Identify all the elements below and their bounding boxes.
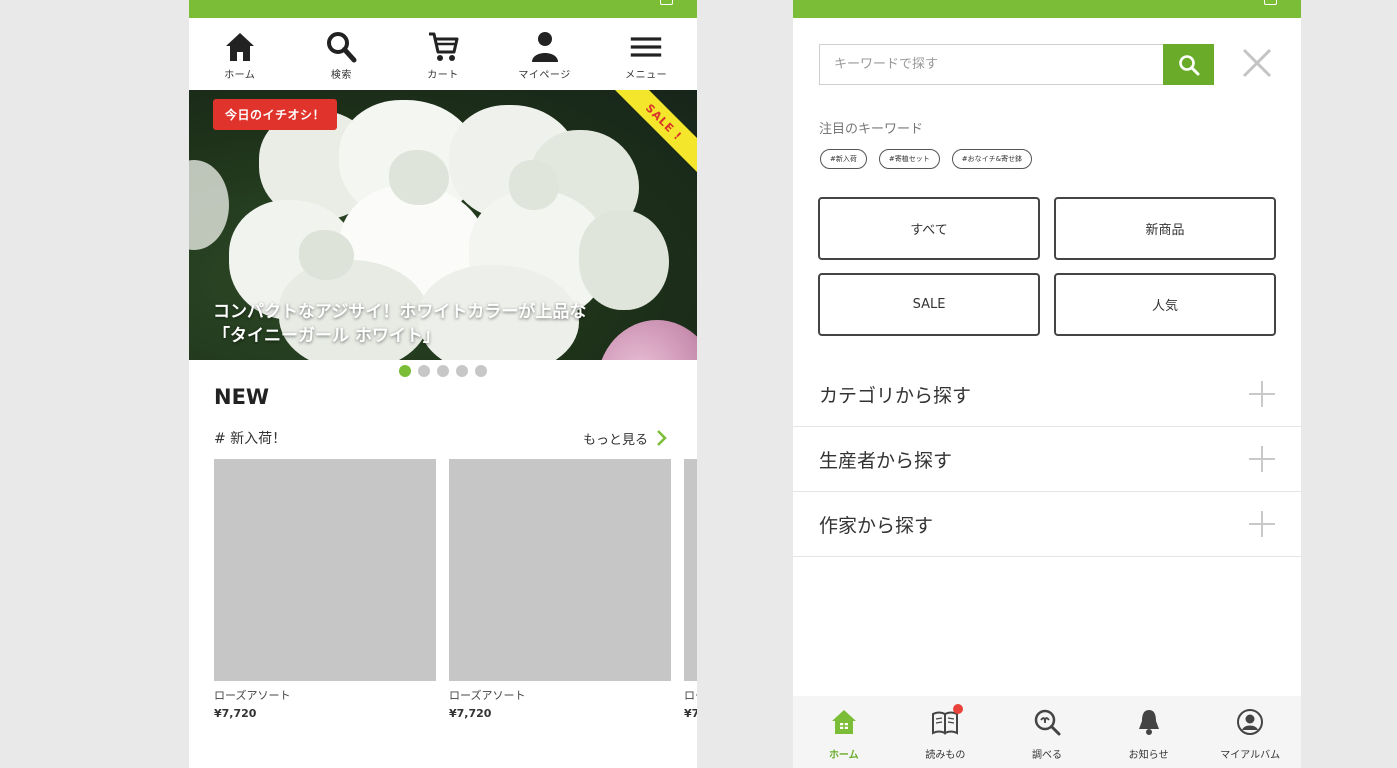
home-icon: [225, 33, 254, 61]
notification-dot: [952, 704, 963, 714]
filter-all-button[interactable]: すべて: [818, 197, 1040, 260]
menu-icon: [630, 37, 662, 57]
search-input[interactable]: [819, 44, 1163, 85]
section-title: NEW: [214, 385, 270, 409]
hero-photo-bokeh: [597, 320, 697, 360]
hero-caption-line: 「タイニーガール ホワイト」: [213, 326, 440, 346]
search-button[interactable]: [1163, 44, 1214, 85]
status-bar: [189, 0, 697, 18]
nav-label: カート: [427, 70, 459, 81]
product-name: ローズアソート: [684, 689, 697, 702]
section-subheader: # 新入荷！ もっと見る: [214, 428, 667, 448]
see-more-label: もっと見る: [582, 432, 648, 448]
product-card[interactable]: ローズアソート ¥7,720: [214, 459, 436, 720]
hero-caption-line: コンパクトなアジサイ！ホワイトカラーが上品な: [213, 302, 587, 322]
tab-reading[interactable]: 読みもの: [895, 696, 997, 768]
plus-icon: [1249, 511, 1275, 537]
hero-photo-bokeh: [189, 160, 229, 250]
accordion-label: カテゴリから探す: [819, 384, 972, 407]
nav-item-mypage[interactable]: マイページ: [494, 18, 596, 90]
search-bar: [819, 44, 1214, 85]
keyword-tag[interactable]: #新入荷: [820, 149, 867, 169]
plus-icon: [1249, 381, 1275, 407]
see-more-link[interactable]: もっと見る: [583, 429, 667, 448]
accordion-label: 作家から探す: [819, 514, 934, 537]
accordion-category[interactable]: カテゴリから探す: [793, 362, 1301, 427]
tab-my-album[interactable]: マイアルバム: [1199, 696, 1301, 768]
user-icon: [531, 32, 558, 62]
product-price: ¥7,720: [684, 707, 697, 720]
nav-label: マイページ: [518, 70, 571, 81]
search-icon: [327, 32, 357, 63]
filter-grid: すべて 新商品 SALE 人気: [818, 197, 1276, 336]
status-bar: [793, 0, 1301, 18]
carousel-dot[interactable]: [418, 365, 430, 377]
cart-icon: [428, 32, 459, 61]
today-pick-badge: 今日のイチオシ！: [213, 99, 338, 130]
product-name: ローズアソート: [214, 689, 291, 702]
corner-icon: [1264, 0, 1277, 5]
nav-item-search[interactable]: 検索: [291, 18, 393, 90]
tab-notifications[interactable]: お知らせ: [1098, 696, 1200, 768]
search-icon: [1178, 54, 1199, 75]
filter-popular-button[interactable]: 人気: [1054, 273, 1276, 336]
carousel-dot[interactable]: [437, 365, 449, 377]
nav-item-cart[interactable]: カート: [392, 18, 494, 90]
corner-icon: [660, 0, 673, 5]
accordion-producer[interactable]: 生産者から探す: [793, 427, 1301, 492]
chevron-right-icon: [657, 430, 667, 446]
nav-label: 検索: [330, 70, 352, 81]
close-icon[interactable]: [1240, 46, 1274, 80]
accordion-label: 生産者から探す: [819, 449, 953, 472]
keyword-tags: #新入荷 #寄植セット #おなイチ&寄せ鉢: [820, 149, 1033, 169]
product-card[interactable]: ローズアソート ¥7,720: [449, 459, 671, 720]
plus-icon: [1249, 446, 1275, 472]
product-card[interactable]: ローズアソート ¥7,720: [684, 459, 697, 720]
carousel-dot[interactable]: [456, 365, 468, 377]
tab-label: 読みもの: [925, 750, 966, 761]
product-image: [214, 459, 436, 681]
accordion-artist[interactable]: 作家から探す: [793, 492, 1301, 557]
keyword-tag[interactable]: #寄植セット: [878, 149, 940, 169]
tab-label: ホーム: [828, 750, 859, 761]
product-list: ローズアソート ¥7,720 ローズアソート ¥7,720 ローズアソート ¥7…: [214, 459, 697, 720]
nav-item-home[interactable]: ホーム: [189, 18, 291, 90]
filter-sale-button[interactable]: SALE: [818, 273, 1040, 336]
global-nav: ホーム 検索 カート マイページ メニュー: [189, 18, 697, 90]
carousel-dot[interactable]: [475, 365, 487, 377]
tab-home[interactable]: ホーム: [793, 696, 895, 768]
hero-carousel-slide[interactable]: 今日のイチオシ！ SALE ! コンパクトなアジサイ！ホワイトカラーが上品な 「…: [189, 90, 697, 360]
keyword-tag[interactable]: #おなイチ&寄せ鉢: [951, 149, 1033, 169]
product-image: [684, 459, 697, 681]
product-image: [449, 459, 671, 681]
search-leaf-icon: [1034, 709, 1061, 736]
filter-new-button[interactable]: 新商品: [1054, 197, 1276, 260]
section-subtitle: # 新入荷！: [214, 431, 287, 447]
bottom-tab-bar: ホーム 読みもの 調べる お知らせ マイアルバム: [793, 696, 1301, 768]
carousel-dots: [189, 365, 697, 377]
product-price: ¥7,720: [449, 707, 492, 720]
featured-keywords-title: 注目のキーワード: [819, 122, 924, 137]
product-price: ¥7,720: [214, 707, 257, 720]
carousel-dot[interactable]: [399, 365, 411, 377]
nav-label: ホーム: [224, 70, 256, 81]
nav-item-menu[interactable]: メニュー: [595, 18, 697, 90]
phone-home-screen: ホーム 検索 カート マイページ メニュー 今日のイチオシ！ SALE ! コン…: [189, 0, 697, 768]
account-icon: [1237, 709, 1264, 735]
bell-icon: [1138, 710, 1159, 735]
tab-label: お知らせ: [1128, 750, 1169, 761]
tab-label: 調べる: [1031, 750, 1062, 761]
sale-ribbon-label: SALE !: [643, 101, 685, 143]
nav-label: メニュー: [625, 70, 668, 81]
tab-label: マイアルバム: [1220, 750, 1281, 761]
home-icon: [831, 710, 856, 734]
product-name: ローズアソート: [449, 689, 526, 702]
phone-search-menu: 注目のキーワード #新入荷 #寄植セット #おなイチ&寄せ鉢 すべて 新商品 S…: [793, 0, 1301, 768]
hero-caption: コンパクトなアジサイ！ホワイトカラーが上品な 「タイニーガール ホワイト」: [213, 300, 586, 348]
tab-research[interactable]: 調べる: [996, 696, 1098, 768]
